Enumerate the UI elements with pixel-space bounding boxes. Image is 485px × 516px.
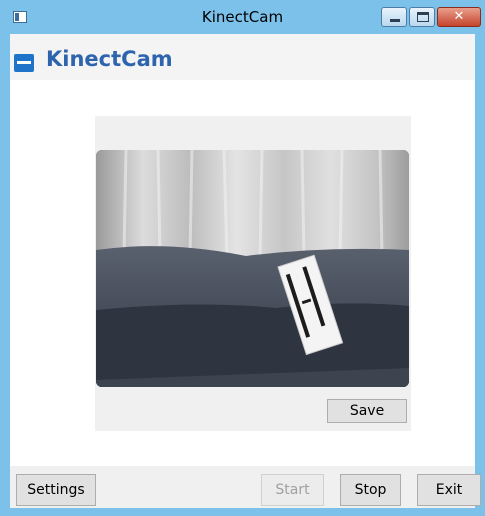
camera-preview	[96, 150, 409, 387]
title-bar: KinectCam ✕	[0, 0, 485, 34]
maximize-icon	[417, 12, 429, 22]
minimize-icon	[390, 19, 400, 22]
settings-button[interactable]: Settings	[16, 474, 96, 506]
kinect-sensor-icon	[14, 54, 34, 72]
exit-button[interactable]: Exit	[417, 474, 481, 506]
start-button[interactable]: Start	[261, 474, 324, 506]
close-icon: ✕	[453, 9, 465, 24]
camera-feed-image	[96, 150, 409, 387]
maximize-button[interactable]	[409, 7, 435, 27]
stop-button[interactable]: Stop	[340, 474, 401, 506]
minimize-button[interactable]	[381, 7, 407, 27]
app-title: KinectCam	[46, 47, 173, 71]
save-button[interactable]: Save	[327, 399, 407, 423]
close-button[interactable]: ✕	[437, 7, 481, 27]
